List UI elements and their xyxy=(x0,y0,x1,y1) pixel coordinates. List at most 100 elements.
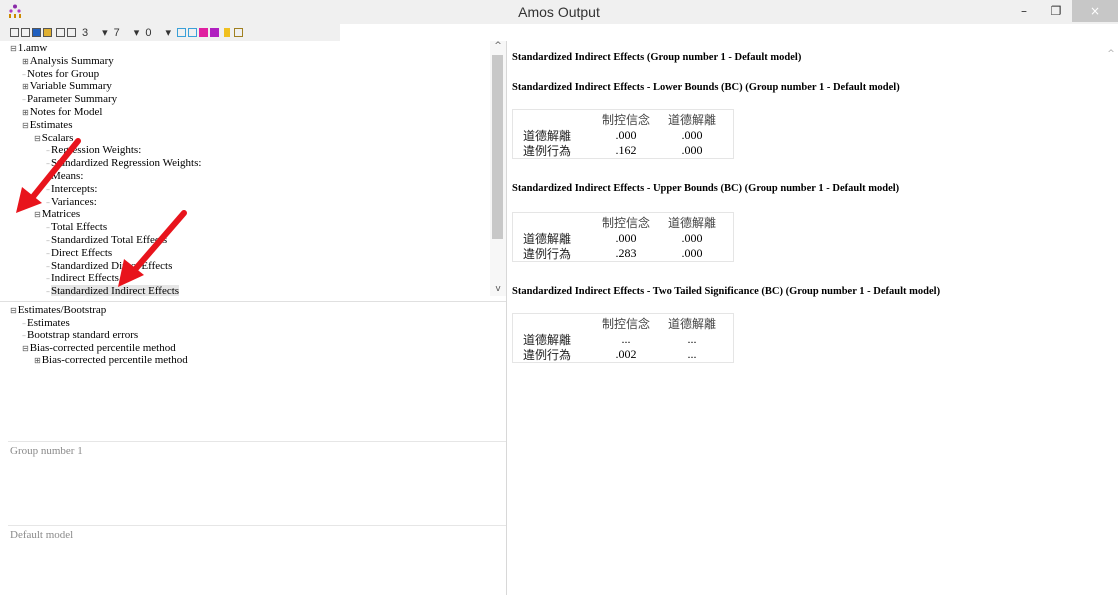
table-width-dropdown[interactable]: ▾ xyxy=(165,26,171,39)
column-header: 道德解離 xyxy=(667,215,716,230)
tree-scrollbar[interactable]: ^ v xyxy=(490,41,506,296)
copy-icon[interactable] xyxy=(56,28,65,37)
bookmark-icon[interactable] xyxy=(233,28,243,37)
tree-item-label: Notes for Model xyxy=(29,106,103,118)
tree-item-label: Bootstrap standard errors xyxy=(27,329,139,341)
output-pane: ^ Standardized Indirect Effects (Group n… xyxy=(507,41,1118,595)
tree-line-icon: – xyxy=(46,261,50,271)
tree-item[interactable]: ⊟Bias-corrected percentile method xyxy=(22,342,176,355)
tree-item[interactable]: ⊟Estimates/Bootstrap xyxy=(10,304,106,317)
table-cell: .000 xyxy=(681,231,703,245)
column-width-field[interactable]: 7 xyxy=(114,27,120,39)
close-button[interactable]: × xyxy=(1072,0,1118,22)
table-row: 道德解離 .000.000 xyxy=(513,128,733,143)
minimize-button[interactable]: – xyxy=(1008,0,1040,22)
tree-item[interactable]: ⊞Notes for Model xyxy=(22,107,102,119)
output-scroll-up-icon[interactable]: ^ xyxy=(1104,49,1118,59)
table-cell: ... xyxy=(621,332,631,346)
table-cell: .000 xyxy=(615,231,637,245)
tree-item[interactable]: ⊟Estimates xyxy=(22,118,73,132)
tree-item-label: Direct Effects xyxy=(51,246,113,259)
table-width-field[interactable]: 0 xyxy=(145,27,151,39)
options-icon[interactable] xyxy=(32,28,41,37)
expand-icon[interactable]: ⊞ xyxy=(22,82,29,91)
restore-button[interactable]: ❐ xyxy=(1040,0,1072,22)
collapse-icon[interactable]: ⊟ xyxy=(22,121,29,130)
decimals-dropdown[interactable]: ▾ xyxy=(102,26,108,39)
section-heading: Standardized Indirect Effects - Two Tail… xyxy=(512,286,941,297)
tree-item[interactable]: ⊞Variable Summary xyxy=(22,81,112,93)
expand-icon[interactable]: ⊞ xyxy=(22,57,29,66)
tree-line-icon: – xyxy=(22,318,26,328)
edit-icon[interactable] xyxy=(67,28,76,37)
column-header: 制控信念 xyxy=(601,112,650,127)
table-cell: .000 xyxy=(681,246,703,260)
row-header: 違例行為 xyxy=(523,348,572,362)
help-icon[interactable] xyxy=(223,28,230,37)
tree-item[interactable]: –Bootstrap standard errors xyxy=(22,329,138,342)
table-header-row: 制控信念 道德解離 xyxy=(513,110,733,128)
tree-line-icon: – xyxy=(46,274,50,284)
tree-item[interactable]: –Parameter Summary xyxy=(22,94,117,106)
significance-table: 制控信念 道德解離 道德解離...... 違例行為 .002... xyxy=(512,313,734,363)
red-arrow-icon xyxy=(16,138,81,213)
color-pink-icon[interactable] xyxy=(198,28,208,37)
tree-item[interactable]: ⊟1.amw xyxy=(10,43,47,55)
print-icon[interactable] xyxy=(21,28,30,37)
color-magenta-icon[interactable] xyxy=(209,28,219,37)
scrollbar-thumb[interactable] xyxy=(492,55,503,239)
group-number-label[interactable]: Group number 1 xyxy=(10,445,83,457)
table-row: 違例行為 .283 .000 xyxy=(513,246,733,261)
default-model-label[interactable]: Default model xyxy=(10,529,73,541)
tree-item-label: Notes for Group xyxy=(27,67,100,80)
tree-item-label: Bias-corrected percentile method xyxy=(41,354,188,366)
tree-line-icon: – xyxy=(22,69,26,79)
table-header-row: 制控信念 道德解離 xyxy=(513,314,733,332)
tree-item[interactable]: ⊞Analysis Summary xyxy=(22,54,114,68)
lower-bounds-table: 制控信念 道德解離 道德解離 .000.000 違例行為 .162.000 xyxy=(512,109,734,159)
tree-line-icon: – xyxy=(46,287,50,296)
window-title: Amos Output xyxy=(518,4,600,20)
column-header: 道德解離 xyxy=(667,316,716,331)
decimals-field[interactable]: 3 xyxy=(82,27,88,39)
table-cell: .162 xyxy=(615,143,637,157)
scroll-down-icon[interactable]: v xyxy=(490,284,506,296)
table-row: 違例行為 .002... xyxy=(513,347,733,362)
tree-item[interactable]: –Notes for Group xyxy=(22,67,100,81)
table-cell: .283 xyxy=(615,246,637,260)
collapse-icon[interactable]: ⊟ xyxy=(22,344,29,353)
tree-item-label: 1.amw xyxy=(17,42,48,54)
grid-icon[interactable] xyxy=(176,28,186,37)
tree-item[interactable]: –Total Effects xyxy=(46,222,107,234)
scroll-up-icon[interactable]: ^ xyxy=(490,41,506,53)
tree-item-label: Estimates xyxy=(29,118,73,131)
table-cell: ... xyxy=(687,332,697,346)
expand-icon[interactable]: ⊞ xyxy=(34,356,41,365)
table-cell: .000 xyxy=(681,143,703,157)
expand-icon[interactable]: ⊞ xyxy=(22,108,29,117)
tree-item-label: Analysis Summary xyxy=(29,54,114,67)
tree-item-label: Bias-corrected percentile method xyxy=(29,341,176,354)
tree-item[interactable]: –Indirect Effects xyxy=(46,273,119,285)
table-row: 道德解離 .000.000 xyxy=(513,231,733,246)
preview-icon[interactable] xyxy=(10,28,19,37)
section-heading: Standardized Indirect Effects - Lower Bo… xyxy=(512,82,900,93)
collapse-icon[interactable]: ⊟ xyxy=(10,44,17,53)
column-header: 道德解離 xyxy=(667,112,716,127)
tree-item-label: Total Effects xyxy=(51,221,108,234)
collapse-icon[interactable]: ⊟ xyxy=(10,306,17,315)
bootstrap-tree: ⊟Estimates/Bootstrap –Estimates –Bootstrap… xyxy=(0,301,506,442)
tree-item[interactable]: –Estimates xyxy=(22,317,70,330)
column-width-dropdown[interactable]: ▾ xyxy=(134,26,140,39)
tree-item[interactable]: –Direct Effects xyxy=(46,246,113,260)
model-separator xyxy=(8,525,506,526)
section-heading: Standardized Indirect Effects - Upper Bo… xyxy=(512,183,900,194)
navigation-pane: ⊟1.amw ⊞Analysis Summary –Notes for Group ⊞… xyxy=(0,41,507,595)
table-cell: ... xyxy=(687,347,697,361)
tree-line-icon: – xyxy=(22,95,26,105)
window-controls: – ❐ × xyxy=(1008,0,1118,22)
table-icon[interactable] xyxy=(187,28,197,37)
open-icon[interactable] xyxy=(43,28,52,37)
tree-item[interactable]: ⊞Bias-corrected percentile method xyxy=(34,354,188,367)
tree-item-label: Estimates/Bootstrap xyxy=(17,304,107,316)
